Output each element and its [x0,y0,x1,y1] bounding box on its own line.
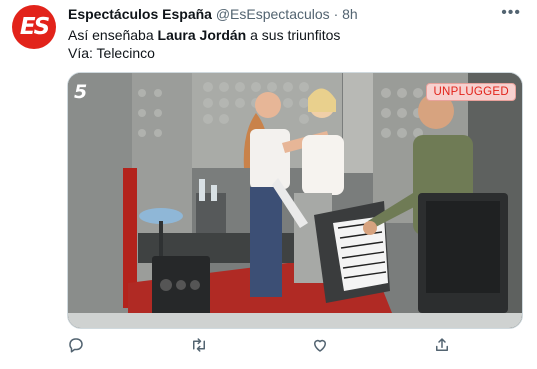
tweet-actions [0,336,537,360]
reply-icon[interactable] [67,336,85,354]
tweet-video-thumbnail[interactable]: 5 UNPLUGGED [67,72,523,329]
tweet-text: Así enseñaba Laura Jordán a sus triunfit… [68,26,340,62]
tweet-header: Espectáculos España @EsEspectaculos · 8h [68,6,358,23]
avatar[interactable]: ES [12,5,56,49]
tweet-source: Vía: Telecinco [68,45,155,61]
like-icon[interactable] [311,336,329,354]
tweet-text-line-1: Así enseñaba Laura Jordán a sus triunfit… [68,26,340,44]
separator-dot: · [333,6,339,22]
share-icon[interactable] [433,336,451,354]
display-name[interactable]: Espectáculos España [68,6,212,22]
text-prefix: Así enseñaba [68,27,158,43]
more-options-icon[interactable]: ••• [501,4,521,22]
text-suffix: a sus triunfitos [246,27,341,43]
retweet-icon[interactable] [190,336,208,354]
avatar-text: ES [19,14,50,40]
user-handle[interactable]: @EsEspectaculos [216,6,330,22]
timestamp[interactable]: 8h [342,6,358,22]
channel-logo: 5 [74,81,88,103]
unplugged-badge: UNPLUGGED [426,83,516,101]
text-bold-name: Laura Jordán [157,27,247,43]
video-frame-illustration [68,73,522,328]
